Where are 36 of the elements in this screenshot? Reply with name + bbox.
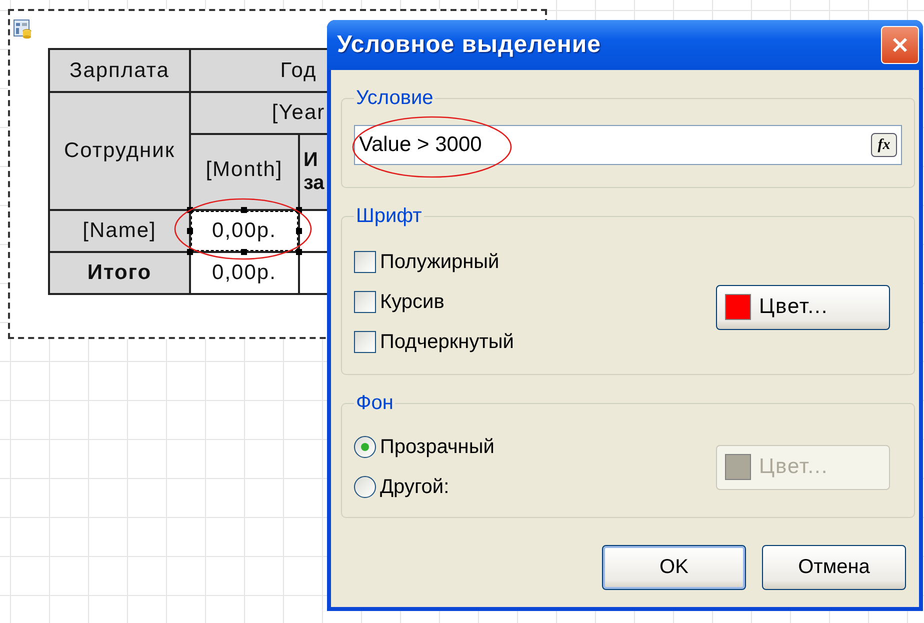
close-button[interactable] xyxy=(881,26,919,64)
checkbox-label[interactable]: Курсив xyxy=(380,290,444,314)
table-cell: [Month] xyxy=(190,134,298,210)
group-label: Условие xyxy=(355,86,434,110)
close-icon xyxy=(890,35,910,55)
group-label: Шрифт xyxy=(355,204,423,228)
group-label: Фон xyxy=(355,391,394,415)
checkbox[interactable] xyxy=(354,291,376,313)
formula-button[interactable]: fx xyxy=(871,133,897,157)
color-button[interactable]: Цвет... xyxy=(716,284,890,330)
table-cell: Итого xyxy=(49,252,190,294)
radio-label[interactable]: Другой: xyxy=(380,475,450,499)
radio-button[interactable] xyxy=(354,436,376,458)
table-cell: [Year xyxy=(190,92,329,134)
report-icon[interactable] xyxy=(13,19,33,39)
resize-handle[interactable] xyxy=(241,249,248,255)
resize-handle[interactable] xyxy=(187,228,193,234)
resize-handle[interactable] xyxy=(187,249,193,255)
table-cell: Сотрудник xyxy=(49,92,190,210)
radio-button[interactable] xyxy=(354,476,376,498)
resize-handle[interactable] xyxy=(296,228,302,234)
table-cell: 0,00р. xyxy=(190,252,298,294)
resize-handle[interactable] xyxy=(296,249,302,255)
table-cell: Год xyxy=(190,49,329,92)
condition-field[interactable]: Value > 3000 fx xyxy=(354,125,902,165)
checkbox-label[interactable]: Полужирный xyxy=(380,250,500,274)
ok-button[interactable]: OK xyxy=(602,545,746,590)
checkbox-label[interactable]: Подчеркнутый xyxy=(380,330,514,354)
window-title: Условное выделение xyxy=(337,31,601,59)
table-cell: Зарплата xyxy=(49,49,190,92)
table-cell: [Name] xyxy=(49,210,190,252)
resize-handle[interactable] xyxy=(241,207,248,213)
checkbox[interactable] xyxy=(354,251,376,273)
cancel-button[interactable]: Отмена xyxy=(762,545,906,590)
checkbox[interactable] xyxy=(354,331,376,353)
radio-label[interactable]: Прозрачный xyxy=(380,435,494,459)
